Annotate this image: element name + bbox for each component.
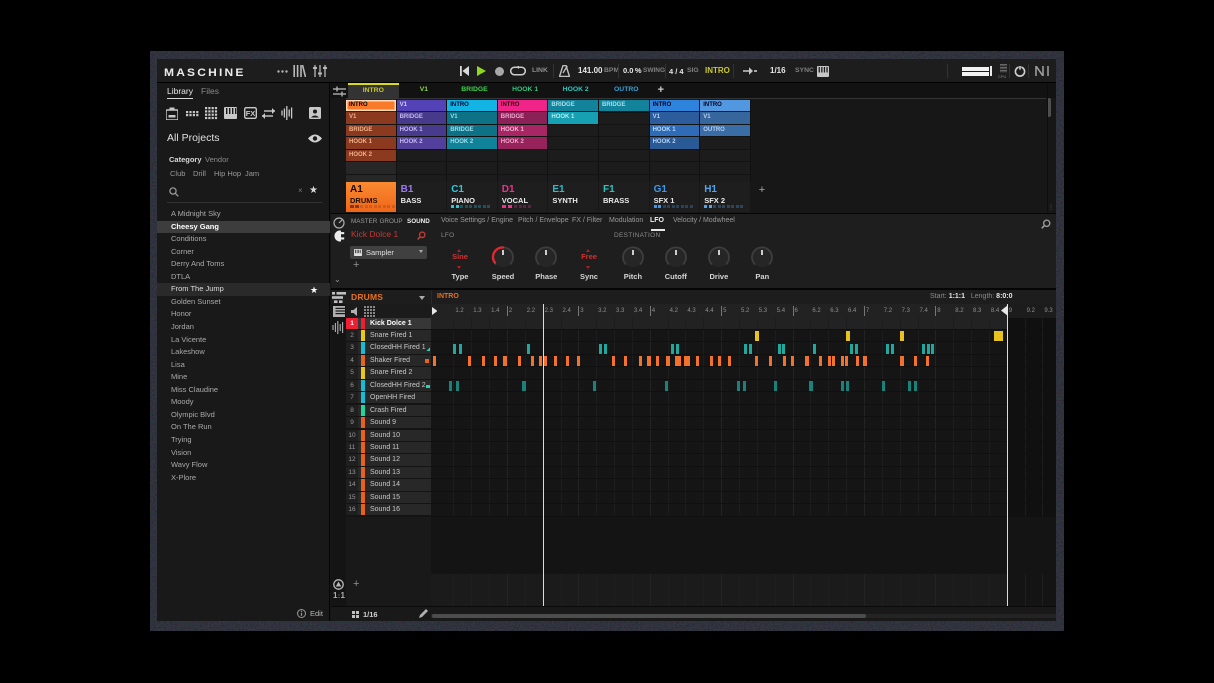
svg-text:FX: FX: [246, 109, 256, 118]
